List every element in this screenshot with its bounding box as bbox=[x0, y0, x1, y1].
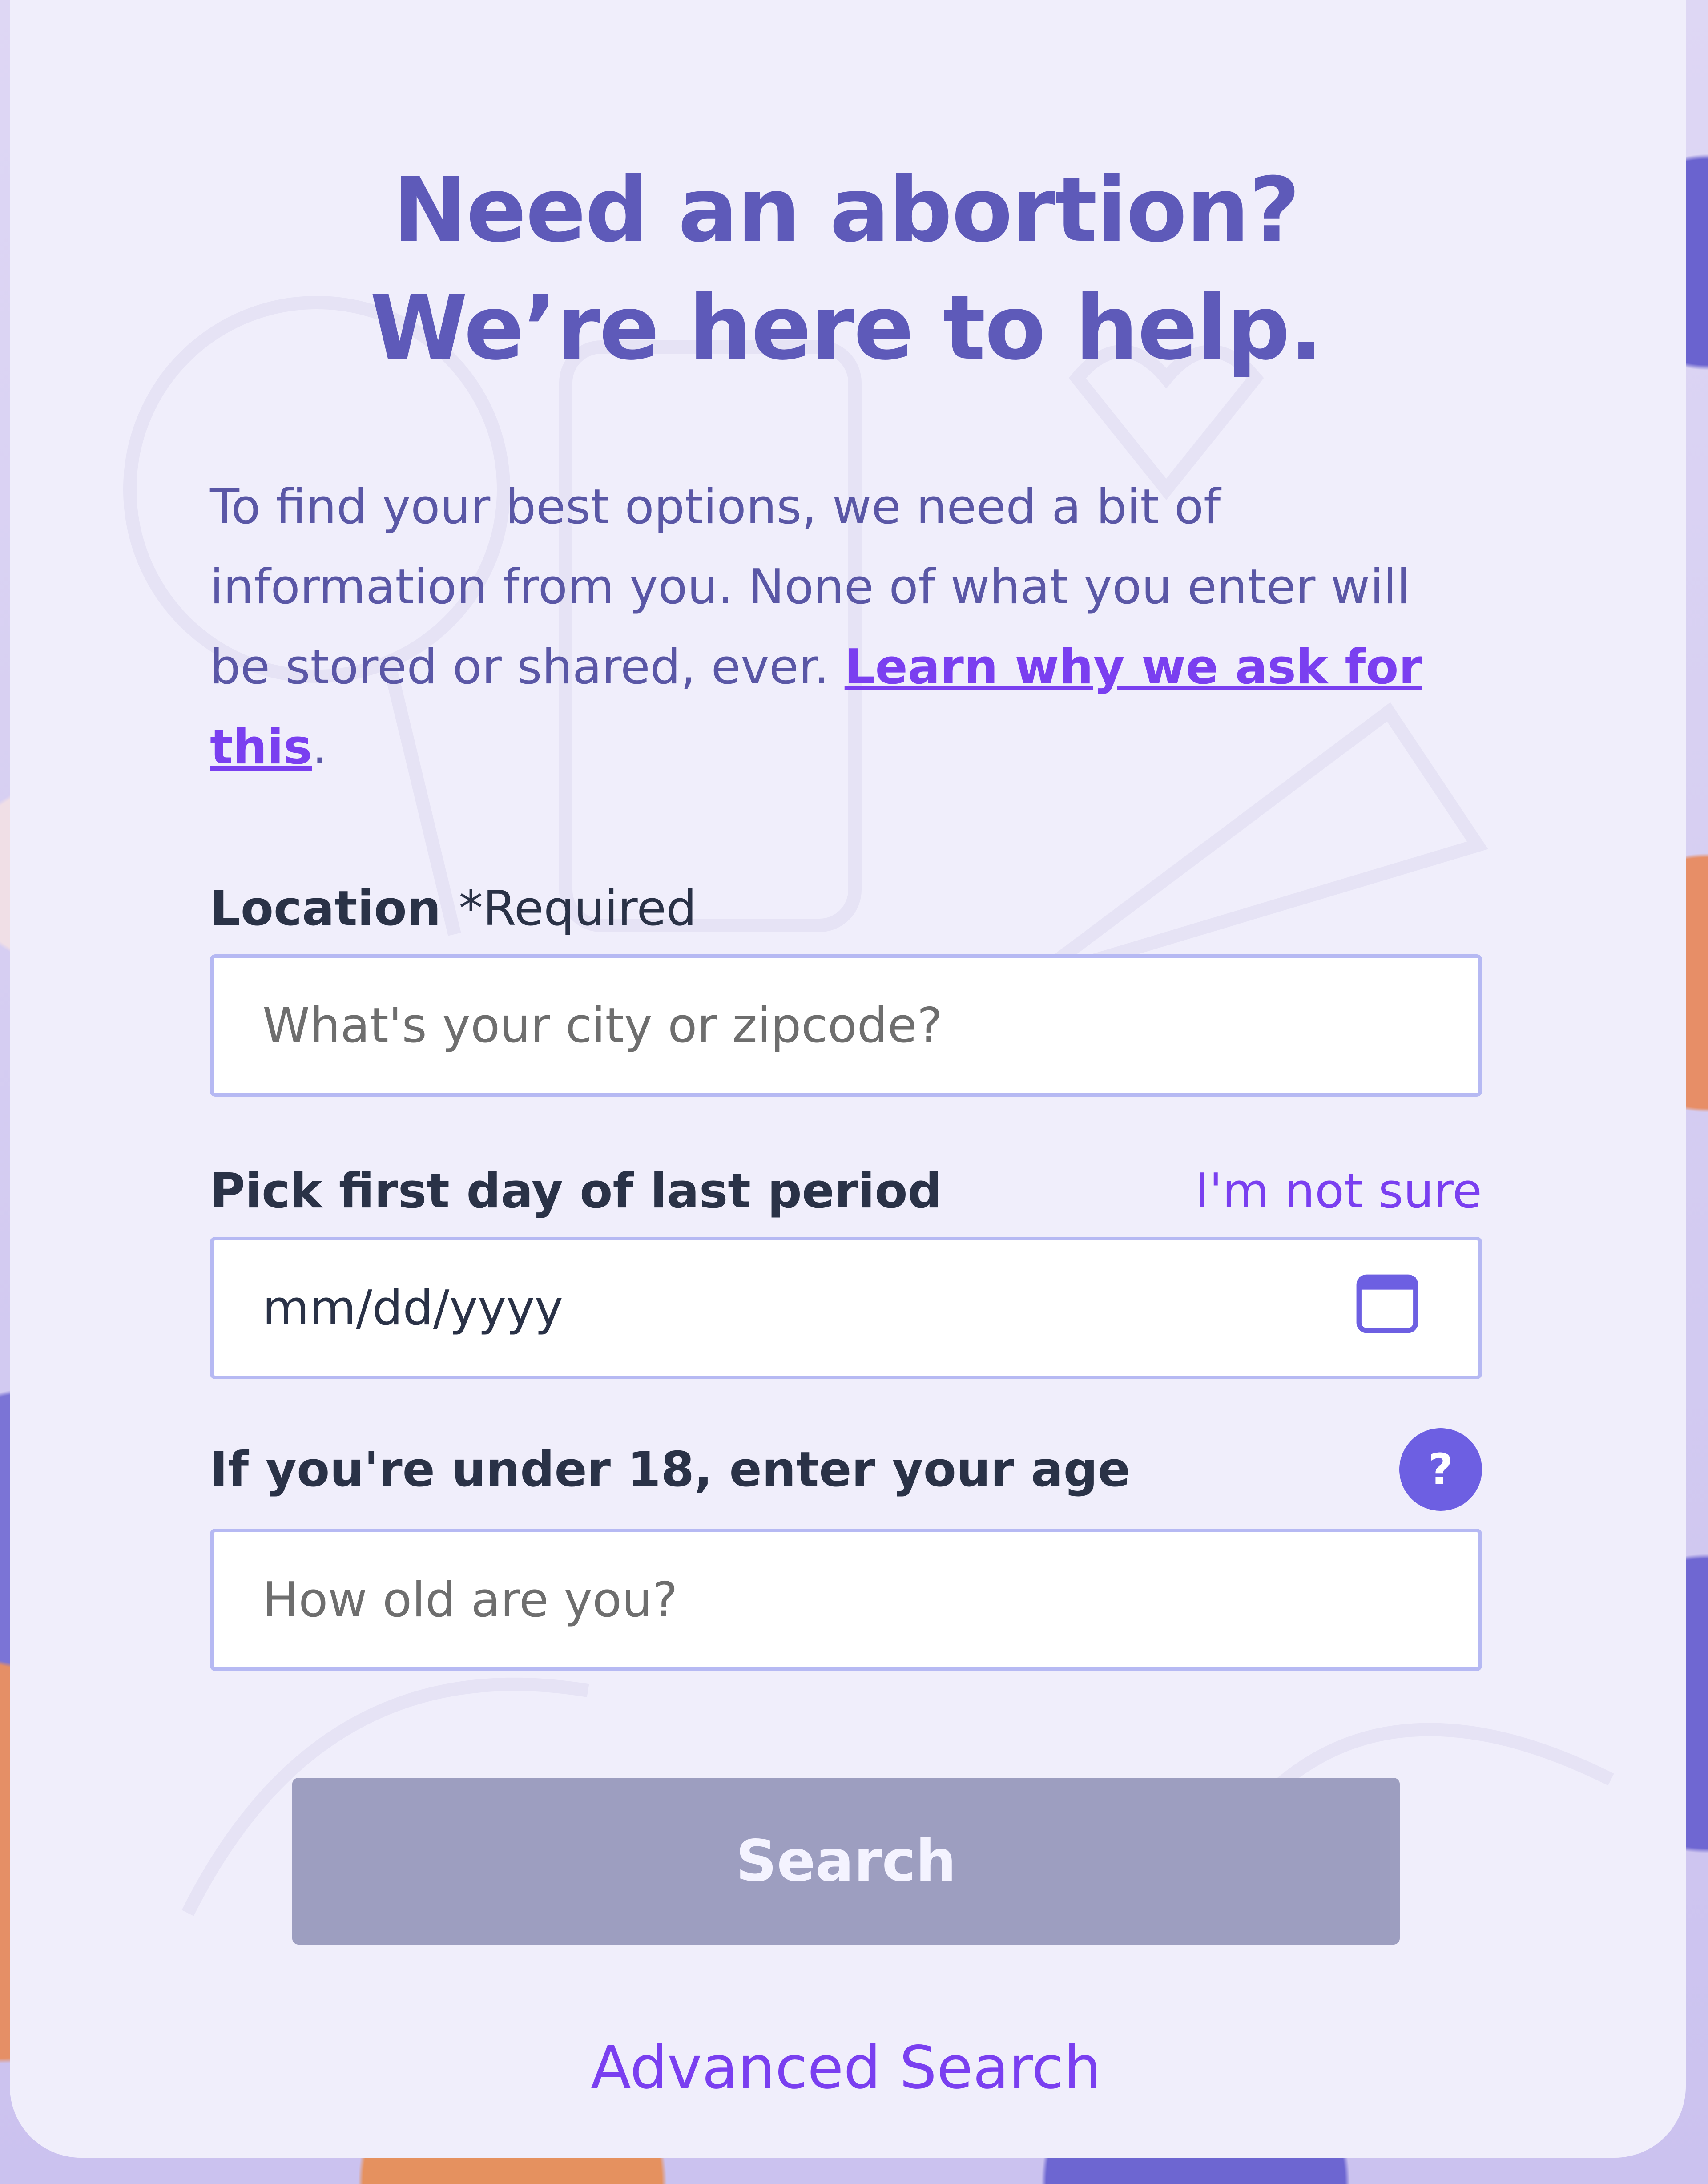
period-label: Pick first day of last period bbox=[210, 1163, 942, 1219]
age-label-row: If you're under 18, enter your age ? bbox=[210, 1428, 1482, 1511]
date-placeholder: mm/dd/yyyy bbox=[262, 1280, 563, 1336]
search-button[interactable]: Search bbox=[292, 1778, 1400, 1945]
age-input[interactable]: How old are you? bbox=[210, 1529, 1482, 1671]
location-label: Location bbox=[210, 881, 441, 937]
not-sure-link[interactable]: I'm not sure bbox=[1195, 1163, 1482, 1219]
form-content: Need an abortion? We’re here to help. To… bbox=[210, 151, 1482, 2102]
calendar-icon[interactable] bbox=[1349, 1264, 1425, 1352]
location-input[interactable]: What's your city or zipcode? bbox=[210, 954, 1482, 1097]
last-period-date-input[interactable]: mm/dd/yyyy bbox=[210, 1237, 1482, 1379]
location-label-row: Location *Required bbox=[210, 881, 1482, 937]
age-placeholder: How old are you? bbox=[262, 1572, 678, 1628]
intro-trailing: . bbox=[312, 719, 328, 775]
help-icon[interactable]: ? bbox=[1399, 1428, 1482, 1511]
location-placeholder: What's your city or zipcode? bbox=[262, 997, 943, 1054]
advanced-search-link[interactable]: Advanced Search bbox=[210, 2034, 1482, 2102]
location-label-group: Location *Required bbox=[210, 881, 697, 937]
page-title: Need an abortion? We’re here to help. bbox=[210, 151, 1482, 387]
period-label-row: Pick first day of last period I'm not su… bbox=[210, 1163, 1482, 1219]
search-card: Need an abortion? We’re here to help. To… bbox=[10, 0, 1686, 2158]
title-line-1: Need an abortion? bbox=[392, 158, 1301, 262]
intro-text: To find your best options, we need a bit… bbox=[210, 467, 1482, 787]
title-line-2: We’re here to help. bbox=[370, 276, 1323, 380]
age-label: If you're under 18, enter your age bbox=[210, 1441, 1131, 1498]
required-marker: *Required bbox=[459, 881, 697, 937]
